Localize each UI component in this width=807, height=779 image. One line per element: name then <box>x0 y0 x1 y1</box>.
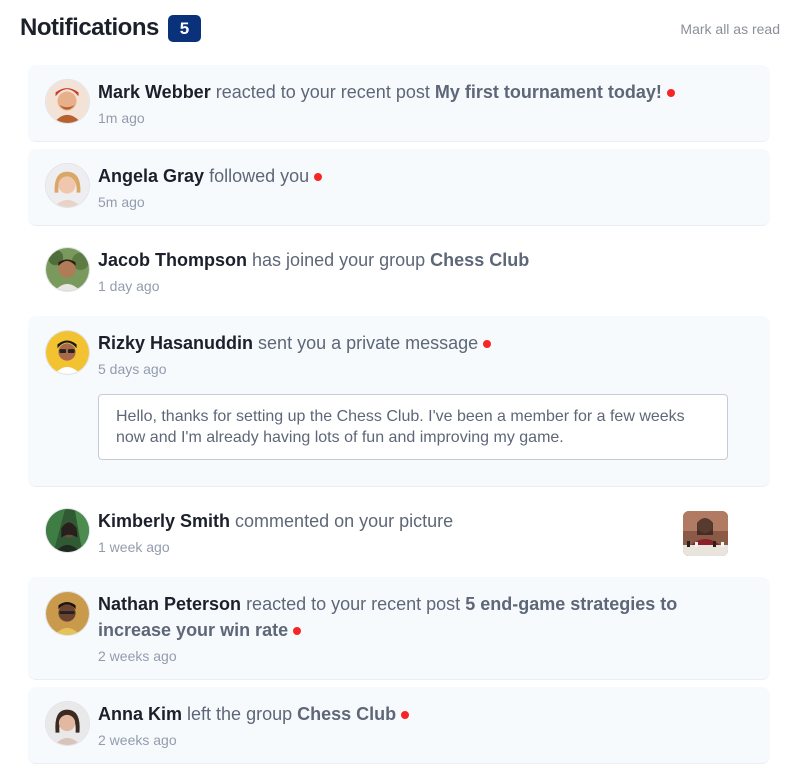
unread-dot-icon <box>314 173 323 182</box>
user-name-link[interactable]: Anna Kim <box>98 704 182 724</box>
avatar-angela-gray-icon <box>46 164 89 207</box>
avatar-nathan-peterson-icon <box>46 592 89 635</box>
group-link[interactable]: Chess Club <box>297 704 396 724</box>
notification-item[interactable]: Anna Kim left the group Chess Club 2 wee… <box>28 687 770 764</box>
unread-dot-icon <box>293 627 302 636</box>
unread-dot-icon <box>666 89 675 98</box>
notification-text: Jacob Thompson has joined your group Che… <box>98 247 754 273</box>
avatar[interactable] <box>45 247 90 292</box>
commented-picture-thumbnail[interactable] <box>683 511 728 556</box>
user-name-link[interactable]: Angela Gray <box>98 166 204 186</box>
timestamp: 5 days ago <box>98 361 167 377</box>
timestamp: 5m ago <box>98 194 145 210</box>
group-link[interactable]: Chess Club <box>430 250 529 270</box>
avatar-mark-webber-icon <box>46 80 89 123</box>
timestamp: 1m ago <box>98 110 145 126</box>
notification-action: has joined your group <box>252 250 426 270</box>
timestamp: 1 day ago <box>98 278 160 294</box>
user-name-link[interactable]: Mark Webber <box>98 82 211 102</box>
notification-action: followed you <box>209 166 310 186</box>
avatar-anna-kim-icon <box>46 702 89 745</box>
notification-action: reacted to your recent post <box>246 594 461 614</box>
user-name-link[interactable]: Rizky Hasanuddin <box>98 333 253 353</box>
notification-item[interactable]: Rizky Hasanuddin sent you a private mess… <box>28 316 770 487</box>
notification-text: Kimberly Smith commented on your picture <box>98 508 754 534</box>
notification-action: commented on your picture <box>235 511 454 531</box>
page-title: Notifications <box>20 14 159 41</box>
user-name-link[interactable]: Nathan Peterson <box>98 594 241 614</box>
avatar[interactable] <box>45 701 90 746</box>
notification-item[interactable]: Jacob Thompson has joined your group Che… <box>28 233 770 309</box>
user-name-link[interactable]: Jacob Thompson <box>98 250 247 270</box>
timestamp: 2 weeks ago <box>98 648 177 664</box>
timestamp: 1 week ago <box>98 539 170 555</box>
private-message-preview[interactable]: Hello, thanks for setting up the Chess C… <box>98 394 728 460</box>
notification-list: Mark Webber reacted to your recent post … <box>28 65 770 771</box>
unread-dot-icon <box>401 711 410 720</box>
avatar[interactable] <box>45 508 90 553</box>
avatar[interactable] <box>45 79 90 124</box>
unread-dot-icon <box>483 340 492 349</box>
notification-item[interactable]: Nathan Peterson reacted to your recent p… <box>28 577 770 680</box>
avatar-kimberly-smith-icon <box>46 509 89 552</box>
mark-all-read-button[interactable]: Mark all as read <box>680 21 780 37</box>
avatar[interactable] <box>45 330 90 375</box>
notification-item[interactable]: Angela Gray followed you 5m ago <box>28 149 770 226</box>
notification-text: Rizky Hasanuddin sent you a private mess… <box>98 330 754 356</box>
user-name-link[interactable]: Kimberly Smith <box>98 511 230 531</box>
header: Notifications 5 Mark all as read <box>20 14 780 44</box>
avatar-jacob-thompson-icon <box>46 248 89 291</box>
notification-action: left the group <box>187 704 293 724</box>
post-link[interactable]: My first tournament today! <box>435 82 662 102</box>
avatar-rizky-hasanuddin-icon <box>46 331 89 374</box>
timestamp: 2 weeks ago <box>98 732 177 748</box>
notification-item[interactable]: Kimberly Smith commented on your picture… <box>28 494 770 570</box>
notification-action: reacted to your recent post <box>215 82 430 102</box>
chess-picture-icon <box>683 511 728 556</box>
unread-count-badge: 5 <box>168 15 201 42</box>
avatar[interactable] <box>45 163 90 208</box>
notification-item[interactable]: Mark Webber reacted to your recent post … <box>28 65 770 142</box>
notification-action: sent you a private message <box>258 333 479 353</box>
avatar[interactable] <box>45 591 90 636</box>
notification-text: Anna Kim left the group Chess Club <box>98 701 754 727</box>
notification-text: Angela Gray followed you <box>98 163 754 189</box>
notification-text: Mark Webber reacted to your recent post … <box>98 79 754 105</box>
notification-text: Nathan Peterson reacted to your recent p… <box>98 591 754 643</box>
